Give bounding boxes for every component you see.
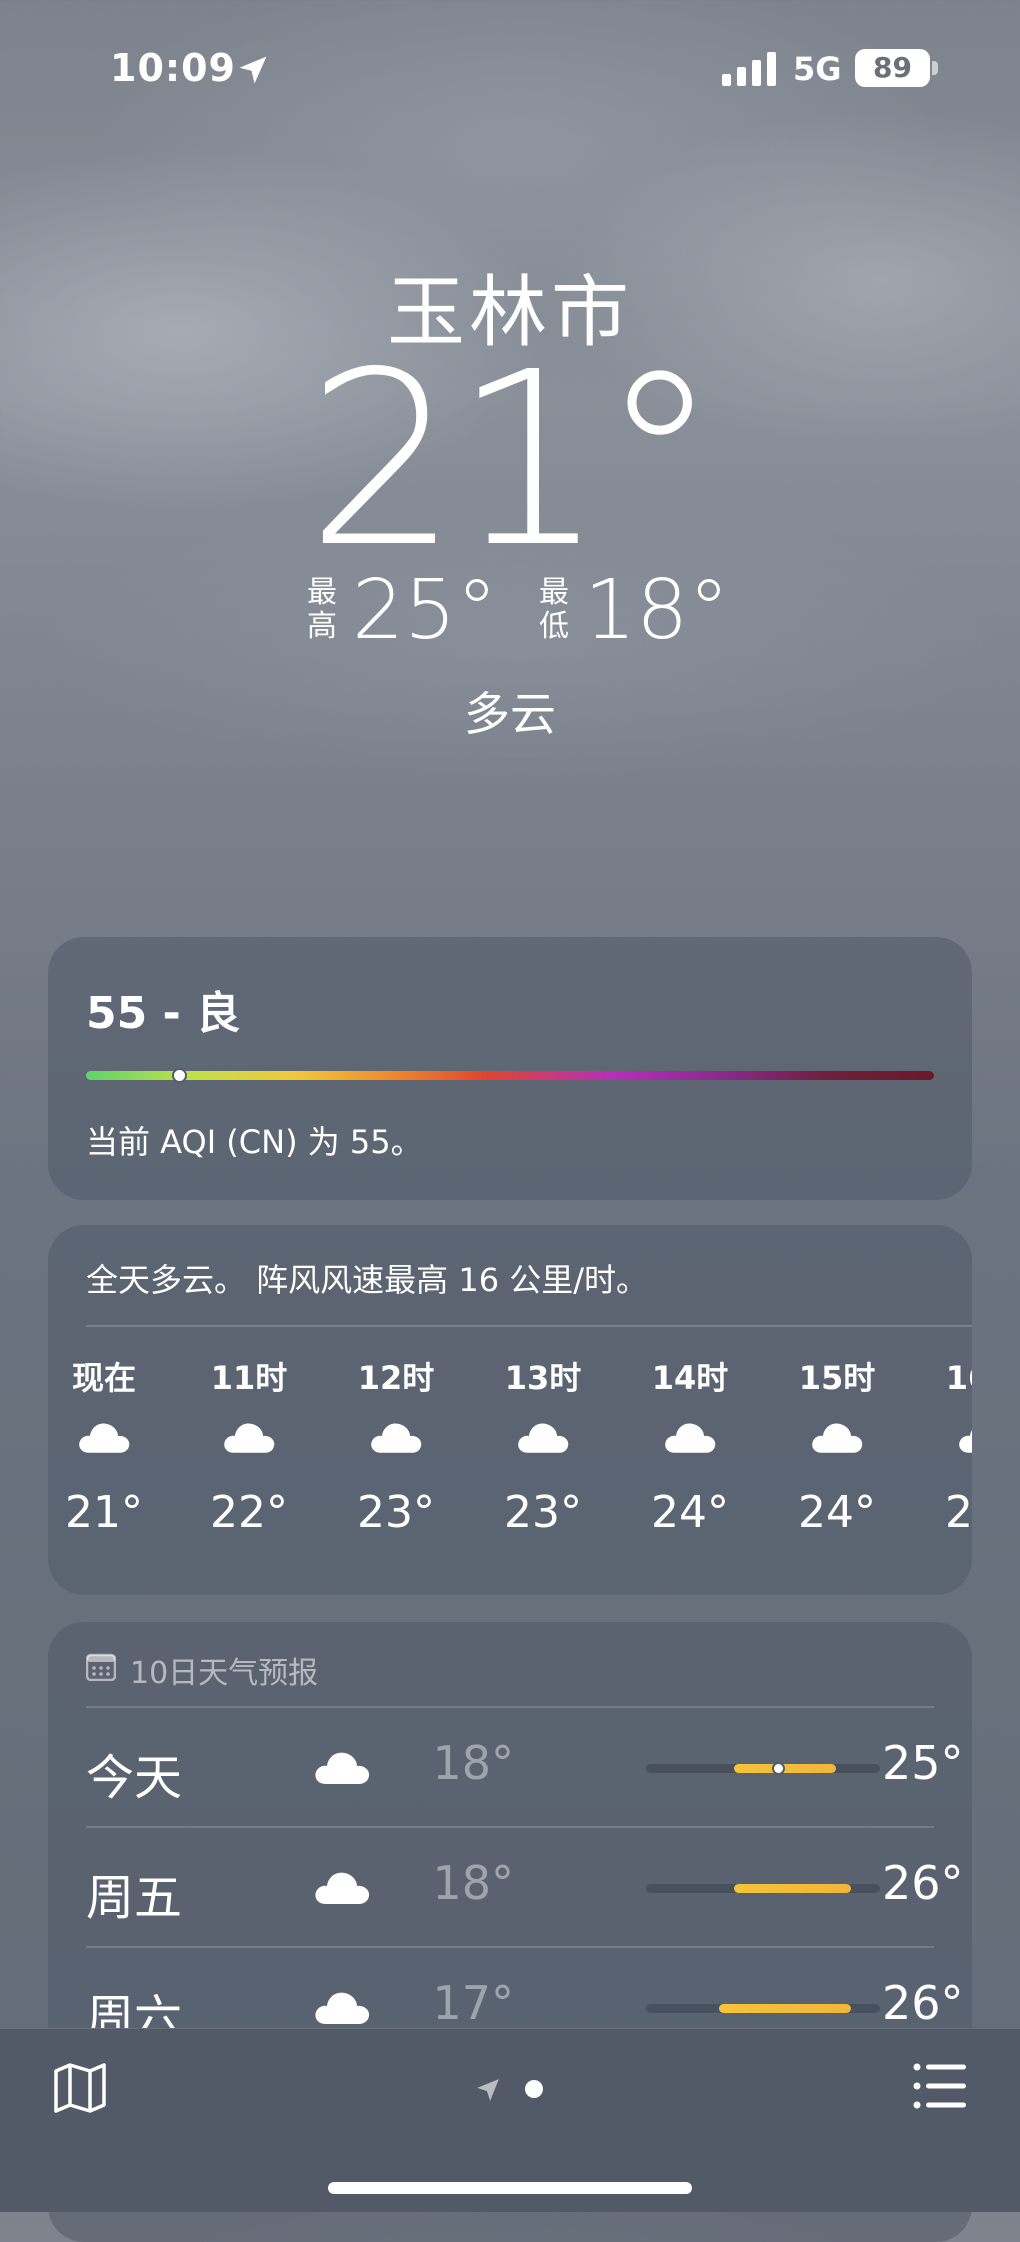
low-label: 最低 (539, 575, 569, 644)
cloud-icon (189, 1403, 309, 1483)
hourly-item: 现在 21° (48, 1353, 164, 1543)
aqi-indicator (172, 1068, 188, 1083)
daily-forecast-title: 10日天气预报 (130, 1656, 319, 1691)
hourly-item: 14时 24° (630, 1353, 750, 1543)
hourly-forecast-card[interactable]: 全天多云。 阵风风速最高 16 公里/时。 现在 21° 11时 22° 12时 23° 1… (48, 1225, 972, 1595)
battery-level: 89 (855, 49, 930, 87)
hour-label: 11时 (210, 1359, 288, 1397)
hour-temperature: 22° (210, 1487, 288, 1538)
cellular-signal-icon (722, 52, 776, 86)
hour-label: 15时 (798, 1359, 876, 1397)
day-low-temperature: 18° (432, 1856, 514, 1910)
battery-nub (932, 61, 938, 75)
hourly-item: 11时 22° (189, 1353, 309, 1543)
hourly-item: 12时 23° (336, 1353, 456, 1543)
hour-temperature: 21° (65, 1487, 143, 1538)
high-temperature: 25° (352, 563, 498, 658)
cloud-icon (48, 1403, 164, 1483)
status-bar: 10:09 5G 89 (0, 0, 1020, 130)
home-indicator[interactable] (328, 2182, 692, 2194)
day-high-temperature: 25° (882, 1736, 964, 1790)
hour-temperature: 24° (945, 1487, 972, 1538)
network-type: 5G (793, 50, 842, 88)
divider (86, 1325, 972, 1327)
cloud-icon (312, 1986, 372, 2026)
temperature-range-bar (646, 1884, 880, 1893)
hourly-item: 16时 24° (924, 1353, 972, 1543)
hour-temperature: 23° (357, 1487, 435, 1538)
air-quality-card[interactable]: 55 - 良 当前 AQI (CN) 为 55。 (48, 937, 972, 1200)
hour-label: 14时 (651, 1359, 729, 1397)
aqi-description: 当前 AQI (CN) 为 55。 (86, 1123, 423, 1161)
aqi-value: 55 - 良 (86, 988, 241, 1039)
temperature-range-bar (646, 1762, 880, 1775)
day-name: 今天 (86, 1750, 183, 1806)
page-indicator-dot[interactable] (525, 2080, 543, 2098)
hour-temperature: 24° (651, 1487, 729, 1538)
high-label: 最高 (307, 575, 337, 644)
day-high-temperature: 26° (882, 1856, 964, 1910)
current-temp-dot (771, 1762, 785, 1775)
hour-label: 13时 (504, 1359, 582, 1397)
hourly-item: 15时 24° (777, 1353, 897, 1543)
cloud-icon (336, 1403, 456, 1483)
location-arrow-icon (239, 56, 267, 84)
temperature-range-fill (733, 1884, 851, 1893)
calendar-icon (86, 1653, 116, 1681)
low-temperature: 18° (584, 563, 730, 658)
status-time: 10:09 (110, 46, 236, 90)
current-temperature: 21° (306, 320, 719, 600)
daily-row[interactable]: 今天 18° 25° (86, 1708, 964, 1826)
map-icon[interactable] (52, 2061, 108, 2113)
temperature-range-fill (719, 2004, 851, 2013)
cloud-icon (312, 1866, 372, 1906)
bottom-toolbar (0, 2028, 1020, 2212)
hourly-item: 13时 23° (483, 1353, 603, 1543)
day-low-temperature: 17° (432, 1976, 514, 2030)
cloud-icon (777, 1403, 897, 1483)
daily-row[interactable]: 周五 18° 26° (86, 1828, 964, 1946)
weather-condition: 多云 (464, 687, 556, 741)
hour-label: 现在 (71, 1359, 136, 1397)
hour-label: 12时 (357, 1359, 435, 1397)
hour-temperature: 24° (798, 1487, 876, 1538)
day-low-temperature: 18° (432, 1736, 514, 1790)
cloud-icon (483, 1403, 603, 1483)
day-high-temperature: 26° (882, 1976, 964, 2030)
list-icon[interactable] (912, 2061, 968, 2111)
hour-label: 16时 (945, 1359, 972, 1397)
temperature-range-fill (733, 1764, 837, 1773)
aqi-scale-bar (86, 1071, 934, 1080)
temperature-range-bar (646, 2004, 880, 2013)
current-location-icon[interactable] (475, 2077, 501, 2103)
cloud-icon (312, 1746, 372, 1786)
hourly-summary: 全天多云。 阵风风速最高 16 公里/时。 (86, 1261, 649, 1299)
hour-temperature: 23° (504, 1487, 582, 1538)
cloud-icon (630, 1403, 750, 1483)
day-name: 周五 (86, 1870, 183, 1926)
high-low-temperatures: 最高 25° 最低 18° (0, 566, 1020, 662)
cloud-icon (924, 1403, 972, 1483)
